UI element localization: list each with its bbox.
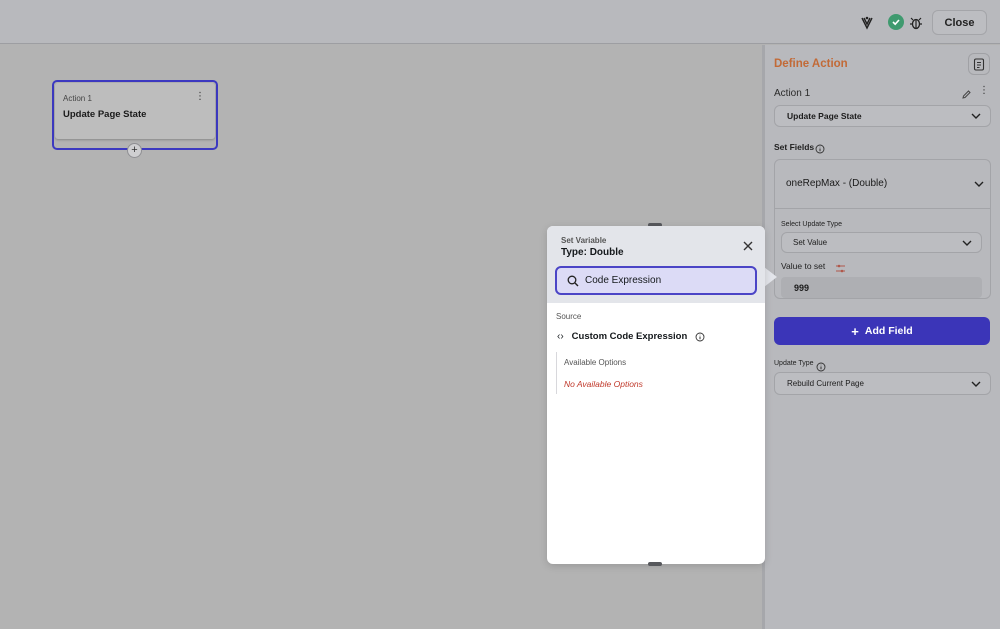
- search-value: Code Expression: [585, 275, 662, 286]
- action-type-select[interactable]: Update Page State: [774, 105, 991, 127]
- select-update-type-label: Select Update Type: [781, 221, 842, 228]
- plus-icon: +: [851, 323, 859, 339]
- add-field-button[interactable]: + Add Field: [774, 317, 990, 345]
- chevron-down-icon: [962, 240, 972, 246]
- kebab-menu-icon[interactable]: ⋮: [195, 92, 205, 102]
- popup-subtitle: Set Variable: [561, 236, 607, 245]
- info-icon: [815, 141, 825, 159]
- popup-title: Type: Double: [561, 247, 624, 258]
- info-icon: [695, 332, 705, 341]
- resize-handle-bottom[interactable]: [648, 562, 662, 566]
- value-to-set-label: Value to set: [781, 261, 826, 271]
- action-node[interactable]: Action 1 Update Page State ⋮: [52, 80, 218, 150]
- close-button[interactable]: Close: [932, 10, 987, 35]
- source-label: Source: [556, 312, 582, 321]
- add-node-plus-icon[interactable]: +: [127, 143, 142, 158]
- divider: [775, 208, 990, 209]
- rebuild-value: Rebuild Current Page: [787, 379, 864, 388]
- action-type-value: Update Page State: [787, 111, 862, 121]
- value-input[interactable]: 999: [781, 277, 982, 298]
- action-name-label: Action 1: [774, 88, 811, 99]
- search-input[interactable]: Code Expression: [555, 266, 757, 295]
- action-node-subtitle: Action 1: [63, 94, 92, 103]
- panel-kebab-menu-icon[interactable]: ⋮: [979, 85, 989, 96]
- close-icon[interactable]: [742, 240, 754, 252]
- custom-code-label: Custom Code Expression: [571, 331, 688, 342]
- update-type-label: Update Type: [774, 360, 814, 367]
- field-chevron-down-icon[interactable]: [973, 178, 985, 190]
- popup-pointer: [764, 267, 777, 287]
- search-icon: [567, 275, 579, 286]
- set-fields-label: Set Fields: [774, 142, 814, 152]
- code-brackets-icon: ‹›: [557, 331, 564, 342]
- edit-pencil-icon[interactable]: [961, 87, 972, 105]
- options-divider: [556, 352, 557, 394]
- add-field-label: Add Field: [864, 325, 913, 337]
- rebuild-select[interactable]: Rebuild Current Page: [774, 372, 991, 395]
- custom-code-expression-option[interactable]: ‹› Custom Code Expression: [557, 331, 705, 342]
- update-type-select[interactable]: Set Value: [781, 232, 982, 253]
- no-options-label: No Available Options: [564, 379, 643, 389]
- top-bar: Close: [0, 0, 1000, 44]
- bug-hub-icon[interactable]: [857, 13, 877, 33]
- panel-title: Define Action: [774, 58, 848, 70]
- bug-icon[interactable]: [906, 13, 926, 33]
- field-name[interactable]: oneRepMax - (Double): [786, 178, 887, 189]
- available-options-label: Available Options: [564, 358, 627, 367]
- update-type-value: Set Value: [793, 238, 828, 247]
- chevron-down-icon: [971, 113, 981, 119]
- action-node-title: Update Page State: [63, 109, 147, 120]
- document-icon[interactable]: [968, 53, 990, 75]
- chevron-down-icon: [971, 381, 981, 387]
- check-status-icon[interactable]: [888, 14, 904, 30]
- action-node-card[interactable]: Action 1 Update Page State ⋮: [55, 83, 215, 139]
- set-fields-text: Set Fields: [774, 142, 815, 152]
- define-action-panel: Define Action Action 1 ⋮ Update Page Sta…: [762, 45, 1000, 629]
- set-variable-popup: Set Variable Type: Double Code Expressio…: [547, 226, 765, 564]
- popup-header: Set Variable Type: Double Code Expressio…: [547, 226, 765, 303]
